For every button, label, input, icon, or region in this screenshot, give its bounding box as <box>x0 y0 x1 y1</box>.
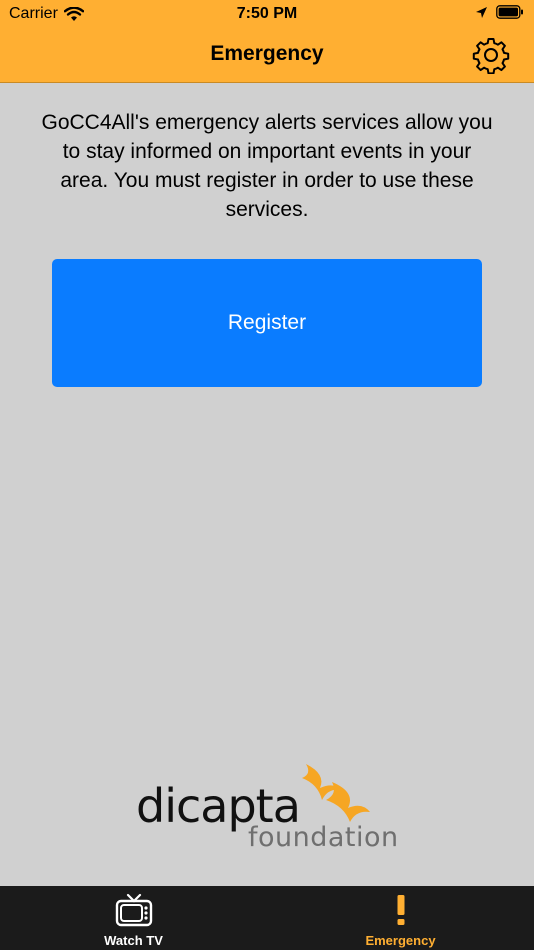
tv-icon <box>115 893 152 927</box>
register-button[interactable]: Register <box>52 259 482 387</box>
intro-text: GoCC4All's emergency alerts services all… <box>41 111 493 221</box>
tab-emergency[interactable]: Emergency <box>267 886 534 950</box>
status-time: 7:50 PM <box>236 5 298 22</box>
status-right-group <box>475 5 524 19</box>
tab-bar: Watch TV Emergency <box>0 886 534 950</box>
navigation-bar: Emergency <box>0 28 534 83</box>
tab-watch-tv[interactable]: Watch TV <box>0 886 267 950</box>
logo-swoosh-icon <box>302 764 370 822</box>
page-title: Emergency <box>210 42 324 65</box>
status-bar: Carrier 7:50 PM <box>0 0 534 28</box>
location-arrow-icon <box>476 6 487 18</box>
logo-subtitle: foundation <box>248 822 399 852</box>
settings-button[interactable] <box>472 36 510 75</box>
gear-icon <box>472 38 510 75</box>
exclamation-icon <box>397 895 404 925</box>
dicapta-foundation-logo: dicapta foundation <box>136 764 399 852</box>
tab-label-watch-tv: Watch TV <box>104 933 163 948</box>
battery-icon <box>496 5 523 19</box>
tab-label-emergency: Emergency <box>365 933 436 948</box>
